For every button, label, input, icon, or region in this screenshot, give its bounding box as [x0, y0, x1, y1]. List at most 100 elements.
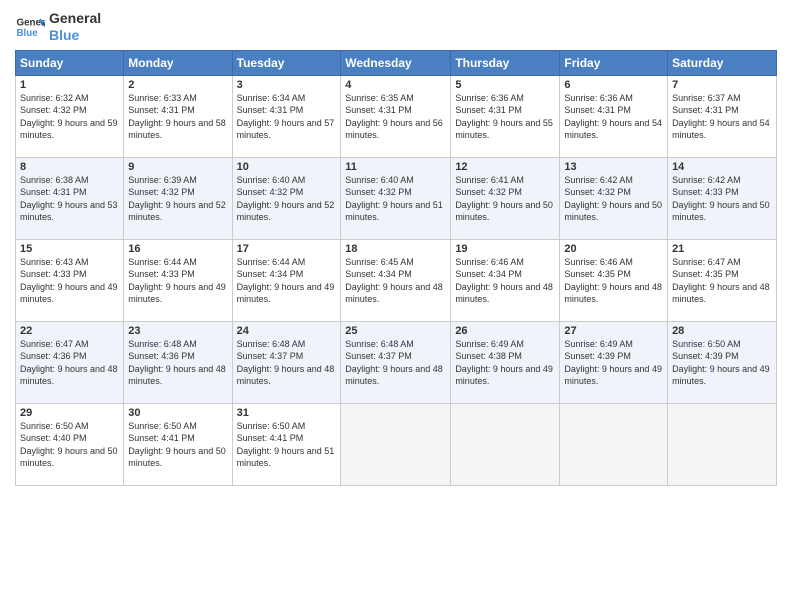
day-number: 3 [237, 79, 337, 91]
day-number: 5 [455, 79, 555, 91]
day-info: Sunrise: 6:40 AMSunset: 4:32 PMDaylight:… [237, 174, 337, 224]
weekday-header-monday: Monday [124, 50, 232, 75]
weekday-header-wednesday: Wednesday [341, 50, 451, 75]
day-info: Sunrise: 6:48 AMSunset: 4:37 PMDaylight:… [237, 338, 337, 388]
day-info: Sunrise: 6:37 AMSunset: 4:31 PMDaylight:… [672, 92, 772, 142]
day-info: Sunrise: 6:42 AMSunset: 4:33 PMDaylight:… [672, 174, 772, 224]
day-number: 24 [237, 325, 337, 337]
day-info: Sunrise: 6:50 AMSunset: 4:41 PMDaylight:… [237, 420, 337, 470]
calendar-cell [451, 403, 560, 485]
day-info: Sunrise: 6:35 AMSunset: 4:31 PMDaylight:… [345, 92, 446, 142]
day-info: Sunrise: 6:47 AMSunset: 4:35 PMDaylight:… [672, 256, 772, 306]
day-info: Sunrise: 6:46 AMSunset: 4:34 PMDaylight:… [455, 256, 555, 306]
day-info: Sunrise: 6:44 AMSunset: 4:33 PMDaylight:… [128, 256, 227, 306]
calendar-cell: 18Sunrise: 6:45 AMSunset: 4:34 PMDayligh… [341, 239, 451, 321]
calendar-cell: 2Sunrise: 6:33 AMSunset: 4:31 PMDaylight… [124, 75, 232, 157]
day-number: 11 [345, 161, 446, 173]
calendar-cell: 16Sunrise: 6:44 AMSunset: 4:33 PMDayligh… [124, 239, 232, 321]
day-number: 25 [345, 325, 446, 337]
day-number: 7 [672, 79, 772, 91]
calendar-cell: 4Sunrise: 6:35 AMSunset: 4:31 PMDaylight… [341, 75, 451, 157]
day-info: Sunrise: 6:50 AMSunset: 4:40 PMDaylight:… [20, 420, 119, 470]
day-info: Sunrise: 6:34 AMSunset: 4:31 PMDaylight:… [237, 92, 337, 142]
day-number: 31 [237, 407, 337, 419]
day-info: Sunrise: 6:38 AMSunset: 4:31 PMDaylight:… [20, 174, 119, 224]
day-number: 22 [20, 325, 119, 337]
calendar-cell: 23Sunrise: 6:48 AMSunset: 4:36 PMDayligh… [124, 321, 232, 403]
day-number: 13 [564, 161, 663, 173]
day-info: Sunrise: 6:42 AMSunset: 4:32 PMDaylight:… [564, 174, 663, 224]
day-info: Sunrise: 6:48 AMSunset: 4:37 PMDaylight:… [345, 338, 446, 388]
day-number: 4 [345, 79, 446, 91]
day-number: 26 [455, 325, 555, 337]
day-number: 21 [672, 243, 772, 255]
logo-text: General Blue [49, 10, 101, 44]
calendar-cell: 6Sunrise: 6:36 AMSunset: 4:31 PMDaylight… [560, 75, 668, 157]
page: General Blue General Blue SundayMondayTu… [0, 0, 792, 612]
day-info: Sunrise: 6:48 AMSunset: 4:36 PMDaylight:… [128, 338, 227, 388]
calendar-cell [560, 403, 668, 485]
day-number: 23 [128, 325, 227, 337]
day-info: Sunrise: 6:32 AMSunset: 4:32 PMDaylight:… [20, 92, 119, 142]
day-number: 18 [345, 243, 446, 255]
day-number: 15 [20, 243, 119, 255]
calendar-cell: 3Sunrise: 6:34 AMSunset: 4:31 PMDaylight… [232, 75, 341, 157]
day-info: Sunrise: 6:36 AMSunset: 4:31 PMDaylight:… [455, 92, 555, 142]
header: General Blue General Blue [15, 10, 777, 44]
weekday-header-thursday: Thursday [451, 50, 560, 75]
calendar-week-4: 22Sunrise: 6:47 AMSunset: 4:36 PMDayligh… [16, 321, 777, 403]
calendar-cell: 10Sunrise: 6:40 AMSunset: 4:32 PMDayligh… [232, 157, 341, 239]
day-number: 28 [672, 325, 772, 337]
day-number: 2 [128, 79, 227, 91]
calendar-cell: 20Sunrise: 6:46 AMSunset: 4:35 PMDayligh… [560, 239, 668, 321]
day-info: Sunrise: 6:39 AMSunset: 4:32 PMDaylight:… [128, 174, 227, 224]
day-number: 1 [20, 79, 119, 91]
calendar-cell: 17Sunrise: 6:44 AMSunset: 4:34 PMDayligh… [232, 239, 341, 321]
calendar-week-5: 29Sunrise: 6:50 AMSunset: 4:40 PMDayligh… [16, 403, 777, 485]
logo: General Blue General Blue [15, 10, 101, 44]
day-number: 9 [128, 161, 227, 173]
weekday-header-row: SundayMondayTuesdayWednesdayThursdayFrid… [16, 50, 777, 75]
weekday-header-saturday: Saturday [668, 50, 777, 75]
day-info: Sunrise: 6:46 AMSunset: 4:35 PMDaylight:… [564, 256, 663, 306]
day-info: Sunrise: 6:49 AMSunset: 4:38 PMDaylight:… [455, 338, 555, 388]
calendar-cell: 29Sunrise: 6:50 AMSunset: 4:40 PMDayligh… [16, 403, 124, 485]
calendar-cell: 12Sunrise: 6:41 AMSunset: 4:32 PMDayligh… [451, 157, 560, 239]
day-number: 12 [455, 161, 555, 173]
calendar-cell: 21Sunrise: 6:47 AMSunset: 4:35 PMDayligh… [668, 239, 777, 321]
day-info: Sunrise: 6:43 AMSunset: 4:33 PMDaylight:… [20, 256, 119, 306]
weekday-header-sunday: Sunday [16, 50, 124, 75]
day-info: Sunrise: 6:40 AMSunset: 4:32 PMDaylight:… [345, 174, 446, 224]
day-info: Sunrise: 6:36 AMSunset: 4:31 PMDaylight:… [564, 92, 663, 142]
day-number: 6 [564, 79, 663, 91]
calendar-cell: 25Sunrise: 6:48 AMSunset: 4:37 PMDayligh… [341, 321, 451, 403]
day-number: 27 [564, 325, 663, 337]
calendar-cell: 31Sunrise: 6:50 AMSunset: 4:41 PMDayligh… [232, 403, 341, 485]
calendar-cell: 8Sunrise: 6:38 AMSunset: 4:31 PMDaylight… [16, 157, 124, 239]
calendar-cell [668, 403, 777, 485]
day-info: Sunrise: 6:33 AMSunset: 4:31 PMDaylight:… [128, 92, 227, 142]
calendar-cell: 9Sunrise: 6:39 AMSunset: 4:32 PMDaylight… [124, 157, 232, 239]
day-info: Sunrise: 6:47 AMSunset: 4:36 PMDaylight:… [20, 338, 119, 388]
day-number: 16 [128, 243, 227, 255]
day-info: Sunrise: 6:44 AMSunset: 4:34 PMDaylight:… [237, 256, 337, 306]
day-info: Sunrise: 6:50 AMSunset: 4:41 PMDaylight:… [128, 420, 227, 470]
calendar-cell: 11Sunrise: 6:40 AMSunset: 4:32 PMDayligh… [341, 157, 451, 239]
calendar-cell: 26Sunrise: 6:49 AMSunset: 4:38 PMDayligh… [451, 321, 560, 403]
calendar-week-2: 8Sunrise: 6:38 AMSunset: 4:31 PMDaylight… [16, 157, 777, 239]
calendar-table: SundayMondayTuesdayWednesdayThursdayFrid… [15, 50, 777, 486]
day-number: 10 [237, 161, 337, 173]
day-number: 29 [20, 407, 119, 419]
svg-text:Blue: Blue [17, 28, 39, 39]
calendar-cell: 14Sunrise: 6:42 AMSunset: 4:33 PMDayligh… [668, 157, 777, 239]
day-number: 17 [237, 243, 337, 255]
day-info: Sunrise: 6:50 AMSunset: 4:39 PMDaylight:… [672, 338, 772, 388]
calendar-cell: 7Sunrise: 6:37 AMSunset: 4:31 PMDaylight… [668, 75, 777, 157]
calendar-cell: 28Sunrise: 6:50 AMSunset: 4:39 PMDayligh… [668, 321, 777, 403]
calendar-cell: 15Sunrise: 6:43 AMSunset: 4:33 PMDayligh… [16, 239, 124, 321]
day-number: 19 [455, 243, 555, 255]
day-info: Sunrise: 6:41 AMSunset: 4:32 PMDaylight:… [455, 174, 555, 224]
weekday-header-friday: Friday [560, 50, 668, 75]
calendar-week-1: 1Sunrise: 6:32 AMSunset: 4:32 PMDaylight… [16, 75, 777, 157]
calendar-cell: 24Sunrise: 6:48 AMSunset: 4:37 PMDayligh… [232, 321, 341, 403]
